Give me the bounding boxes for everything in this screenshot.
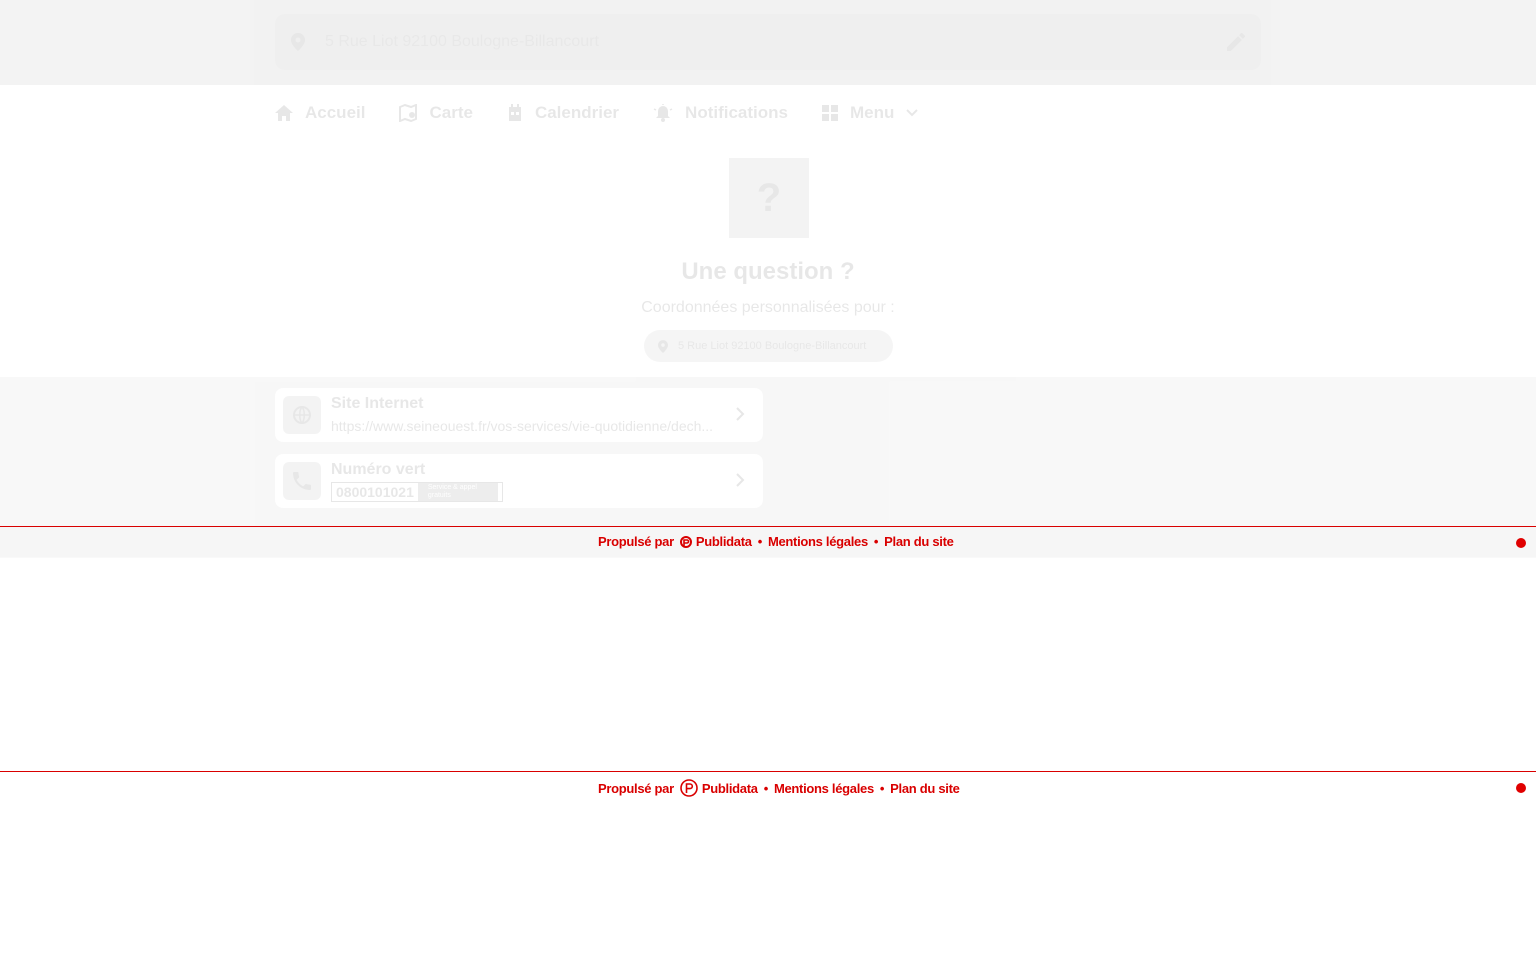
address-selector[interactable]: 5 Rue Liot 92100 Boulogne-Billancourt xyxy=(275,14,1261,70)
hero-subtitle: Coordonnées personnalisées pour : xyxy=(641,299,895,316)
sitemap-link[interactable]: Plan du site xyxy=(890,781,960,796)
nav-item-carte[interactable]: Carte xyxy=(399,103,473,123)
publidata-link[interactable]: Publidata xyxy=(702,781,758,796)
address-pill[interactable]: 5 Rue Liot 92100 Boulogne-Billancourt xyxy=(644,330,893,362)
footer-links: Propulsé par Publidata • Mentions légale… xyxy=(598,779,960,797)
footer-bar-bottom: Propulsé par Publidata • Mentions légale… xyxy=(0,771,1536,803)
nav-item-label: Notifications xyxy=(685,103,788,122)
nav-item-label: Carte xyxy=(429,103,473,122)
contact-title: Site Internet xyxy=(331,395,424,412)
publidata-link[interactable]: Publidata xyxy=(696,534,752,549)
legal-notice-link[interactable]: Mentions légales xyxy=(768,534,868,549)
red-dot-indicator xyxy=(1516,783,1526,793)
nav-item-accueil[interactable]: Accueil xyxy=(275,103,365,123)
green-number-badge: 0800101021 Service & appel gratuits xyxy=(331,482,503,502)
map-icon xyxy=(399,104,418,122)
legal-notice-link[interactable]: Mentions légales xyxy=(774,781,874,796)
home-icon xyxy=(275,105,293,121)
chevron-right-icon xyxy=(736,473,745,487)
page: 5 Rue Liot 92100 Boulogne-Billancourt Ac… xyxy=(0,0,1536,960)
globe-icon xyxy=(293,406,311,424)
powered-by-label: Propulsé par xyxy=(598,780,674,796)
publidata-logo-icon xyxy=(679,535,692,548)
icon-tile xyxy=(283,396,321,434)
nav-item-label: Menu xyxy=(850,103,895,122)
faded-app-layer: 5 Rue Liot 92100 Boulogne-Billancourt Ac… xyxy=(0,0,1536,557)
footer-links: Propulsé par Publidata • Mentions légale… xyxy=(598,534,954,549)
hero-title: Une question ? xyxy=(681,258,855,285)
pill-address: 5 Rue Liot 92100 Boulogne-Billancourt xyxy=(678,340,867,352)
nav-item-menu[interactable]: Menu xyxy=(822,103,930,123)
separator: • xyxy=(757,534,763,549)
icon-tile xyxy=(283,462,321,500)
nav-item-label: Accueil xyxy=(305,103,366,122)
contact-title: Numéro vert xyxy=(331,461,426,478)
contact-card-website[interactable]: Site Internet https://www.seineouest.fr/… xyxy=(275,388,763,442)
separator: • xyxy=(873,534,879,549)
free-call-tag: Service & appel gratuits xyxy=(417,483,498,501)
edit-pencil-icon[interactable] xyxy=(1227,33,1245,51)
phone-number: 0800101021 xyxy=(336,484,414,500)
bell-icon xyxy=(653,104,673,122)
contact-card-phone[interactable]: Numéro vert 0800101021 Service & appel g… xyxy=(275,454,763,508)
powered-by-label: Propulsé par xyxy=(598,534,674,549)
nav-item-label: Calendrier xyxy=(534,103,620,122)
location-pin-icon xyxy=(658,339,668,353)
red-dot-indicator xyxy=(1516,538,1526,548)
calendar-icon xyxy=(508,104,521,121)
phone-icon xyxy=(293,472,311,490)
location-pin-icon xyxy=(291,33,305,51)
separator: • xyxy=(763,780,769,796)
footer-bar-top: Propulsé par Publidata • Mentions légale… xyxy=(0,526,1536,558)
publidata-logo-icon xyxy=(680,779,698,797)
address-text: 5 Rue Liot 92100 Boulogne-Billancourt xyxy=(325,33,599,50)
sitemap-link[interactable]: Plan du site xyxy=(884,534,954,549)
chevron-down-icon xyxy=(906,109,919,117)
contact-url: https://www.seineouest.fr/vos-services/v… xyxy=(331,418,714,434)
nav-item-notifications[interactable]: Notifications xyxy=(653,103,788,123)
nav-item-calendrier[interactable]: Calendrier xyxy=(507,103,619,123)
question-mark-icon: ? xyxy=(729,158,809,238)
separator: • xyxy=(879,780,885,796)
chevron-right-icon xyxy=(736,407,745,421)
main-nav: Accueil Carte Calendrier Notifications M… xyxy=(275,85,964,141)
question-hero: ? Une question ? Coordonnées personnalis… xyxy=(0,141,1536,377)
grid-icon xyxy=(822,105,838,121)
